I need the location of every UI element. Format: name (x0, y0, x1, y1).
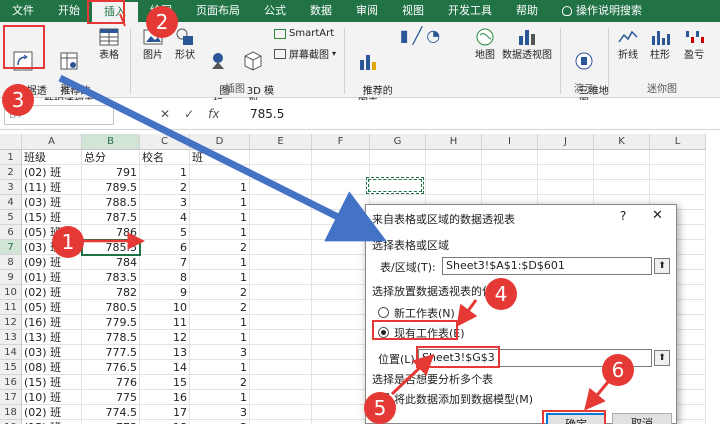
step-badge-6: 6 (602, 354, 634, 386)
highlight-existing-sheet (372, 320, 458, 340)
step-badge-1: 1 (52, 226, 84, 258)
step-badge-3: 3 (2, 84, 34, 116)
highlight-ok-button (542, 410, 606, 424)
blue-guide-arrow (58, 74, 387, 242)
step-badge-5: 5 (364, 392, 396, 424)
highlight-location-input (416, 346, 500, 368)
red-arrow-4 (456, 299, 478, 327)
step-badge-4: 4 (485, 278, 517, 310)
highlight-insert-tab (87, 0, 125, 24)
red-arrow-6 (584, 381, 610, 411)
highlight-pivot-button (3, 25, 45, 69)
step-badge-2: 2 (146, 6, 178, 38)
